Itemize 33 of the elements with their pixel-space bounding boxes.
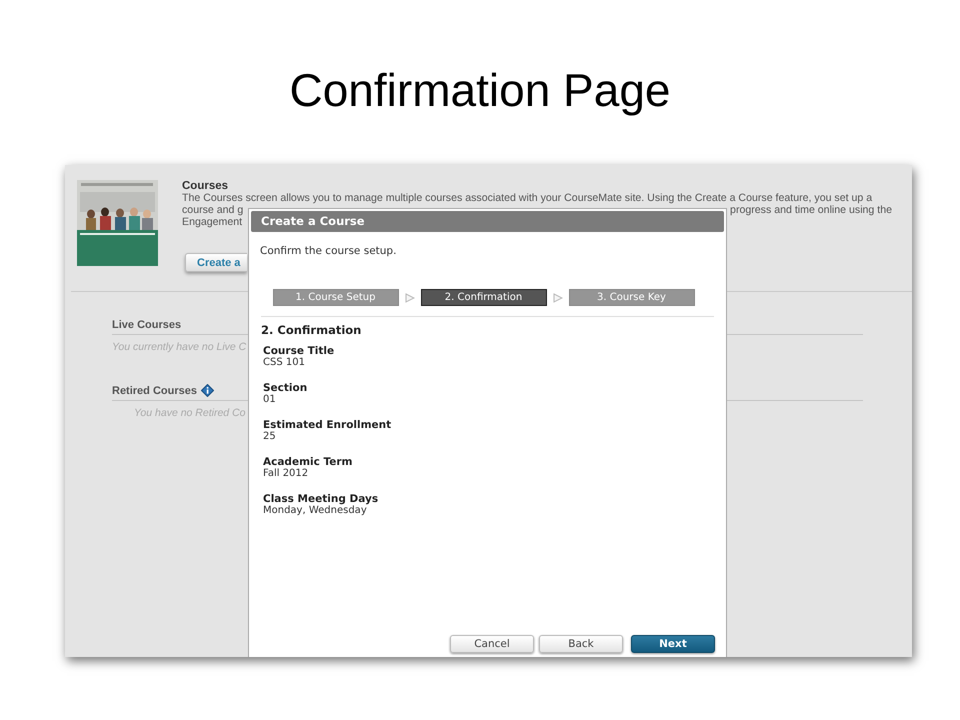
field-value: Fall 2012 [263,468,308,479]
field-label: Class Meeting Days [263,493,378,505]
arrow-icon [552,292,562,302]
dialog-button[interactable]: Back [539,635,623,653]
field-value: 01 [263,394,276,405]
arrow-icon [404,292,414,302]
instruction-text: Confirm the course setup. [260,245,398,257]
section-heading: 2. Confirmation [261,323,362,337]
description-text: The Courses screen allows you to manage multiple courses associated with your CourseMate site. Using the Create a Course feature, you set up a [182,192,872,204]
wizard-step: 3. Course Key [568,289,694,306]
field-value: CSS 101 [263,357,305,368]
create-course-button[interactable]: Create a [185,253,247,272]
empty-message: You have no Retired Co [134,407,246,419]
section-heading: Retired Courses [112,384,197,396]
field-label: Estimated Enrollment [263,419,392,431]
description-text: course and g [182,204,244,216]
description-text: progress and time online using the [730,204,892,216]
next-button[interactable]: Next [631,635,715,653]
field-label: Course Title [263,345,334,357]
slide-title: Confirmation Page [290,63,670,118]
section-heading: Live Courses [112,319,182,331]
field-value: 25 [263,431,276,442]
field-label: Academic Term [263,456,353,468]
field-value: Monday, Wednesday [263,505,367,516]
wizard-step: 1. Course Setup [272,289,398,306]
page-heading: Courses [182,180,228,192]
description-text: Engagement [182,216,242,228]
info-icon[interactable] [200,384,214,397]
field-label: Section [263,382,308,394]
dialog-button[interactable]: Cancel [450,635,534,653]
dialog-title: Create a Course [251,211,724,232]
wizard-step: 2. Confirmation [420,289,546,306]
empty-message: You currently have no Live C [112,341,246,353]
